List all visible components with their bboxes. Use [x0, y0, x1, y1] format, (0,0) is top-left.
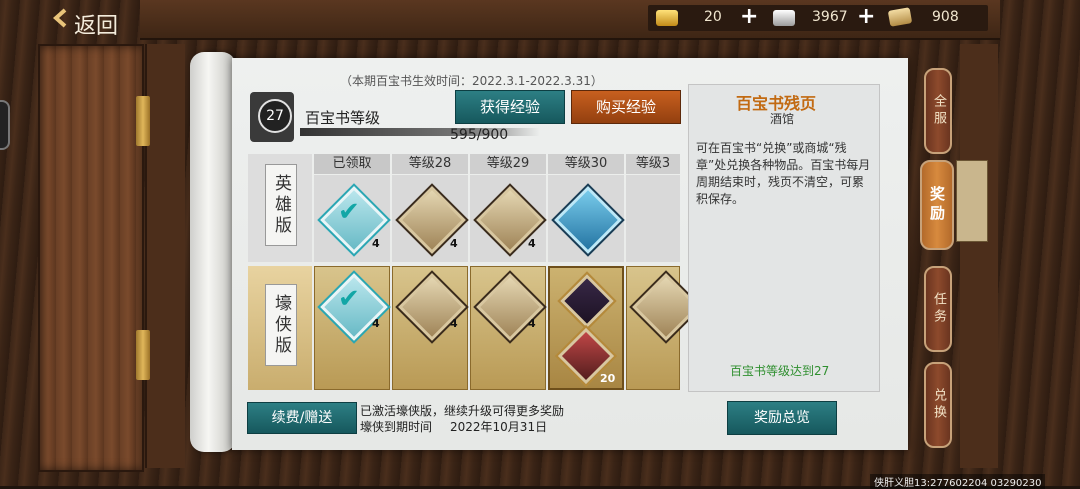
hero-edition-label: 英雄版 [265, 164, 297, 246]
ticket-amount: 908 [932, 9, 959, 25]
tab-server[interactable]: 全服 [924, 68, 952, 154]
reward-chest-icon [473, 270, 547, 344]
reward-quantity: 4 [372, 237, 380, 250]
add-gold-button[interactable]: + [740, 6, 758, 28]
level-title: 百宝书等级 [305, 109, 381, 127]
hanging-tag [956, 160, 988, 242]
reward-quantity: 4 [450, 317, 458, 330]
reward-quantity: 4 [528, 317, 536, 330]
hero-reward-cell[interactable]: 4 [392, 175, 469, 262]
column-header: 等级30 [548, 154, 624, 174]
info-description: 可在百宝书“兑换”或商城“残章”处兑换各种物品。百宝书每月周期结束时，残页不清空… [696, 141, 871, 206]
reward-quantity: 4 [372, 317, 380, 330]
vip-edition-label: 壕侠版 [265, 284, 297, 366]
info-subtitle: 酒馆 [770, 112, 795, 126]
period-text: （本期百宝书生效时间：2022.3.1-2022.3.31） [340, 74, 603, 88]
info-requirement: 百宝书等级达到27 [730, 364, 830, 378]
blue-cube-icon [551, 183, 625, 257]
hero-reward-cell[interactable] [548, 175, 625, 262]
level-badge: 27 [258, 99, 292, 133]
row-label-vip: 壕侠版 [248, 266, 312, 390]
expire-label: 壕侠到期时间 [360, 420, 433, 434]
renew-gift-button[interactable]: 续费/赠送 [247, 402, 357, 434]
tab-rewards[interactable]: 奖励 [920, 160, 954, 250]
reward-chest-icon [395, 270, 469, 344]
exp-text: 595/900 [450, 127, 509, 143]
gold-ingot-icon [656, 10, 678, 26]
column-header: 等级3 [626, 154, 680, 174]
checkmark-icon: ✔ [338, 197, 360, 227]
vip-reward-cell[interactable]: 20 [548, 266, 624, 390]
gold-amount: 20 [704, 9, 722, 25]
reward-quantity: 20 [600, 372, 616, 385]
get-exp-button[interactable]: 获得经验 [455, 90, 565, 124]
vip-reward-cell[interactable]: ✔ 4 [314, 266, 391, 390]
hinge-bottom [136, 330, 150, 380]
reward-quantity: 4 [528, 237, 536, 250]
column-header: 已领取 [314, 154, 390, 174]
vip-reward-cell[interactable] [626, 266, 703, 390]
checkmark-icon: ✔ [338, 284, 360, 314]
right-frame-post [960, 44, 998, 468]
hinge-top [136, 96, 150, 146]
back-label[interactable]: 返回 [74, 8, 118, 40]
info-panel [688, 84, 880, 392]
hero-reward-cell[interactable]: ✔ 4 [314, 175, 391, 262]
vip-reward-cell[interactable]: 4 [470, 266, 547, 390]
column-header: 等级28 [392, 154, 468, 174]
hero-reward-cell[interactable]: 4 [470, 175, 547, 262]
add-silver-button[interactable]: + [857, 6, 875, 28]
left-door-panel [38, 44, 144, 472]
reward-quantity: 4 [450, 237, 458, 250]
column-header: 等级29 [470, 154, 546, 174]
scroll-roller [190, 52, 236, 452]
activated-text: 已激活壕侠版，继续升级可得更多奖励 [360, 404, 565, 418]
watermark: 侠肝义胆13:277602204 03290230 [870, 474, 1046, 489]
buy-exp-button[interactable]: 购买经验 [571, 90, 681, 124]
reward-overview-button[interactable]: 奖励总览 [727, 401, 837, 435]
vip-reward-cell[interactable]: 4 [392, 266, 469, 390]
expire-date: 2022年10月31日 [450, 420, 548, 434]
hero-reward-cell[interactable] [626, 175, 680, 262]
chevron-left-icon[interactable] [52, 8, 68, 28]
silver-ingot-icon [773, 10, 795, 26]
floating-side-handle[interactable] [0, 100, 10, 150]
tab-tasks[interactable]: 任务 [924, 266, 952, 352]
row-label-hero: 英雄版 [248, 154, 312, 262]
title-plaque-icon [557, 271, 617, 331]
silver-amount: 3967 [812, 9, 848, 25]
left-frame-post [145, 44, 185, 468]
tab-exchange[interactable]: 兑换 [924, 362, 952, 448]
